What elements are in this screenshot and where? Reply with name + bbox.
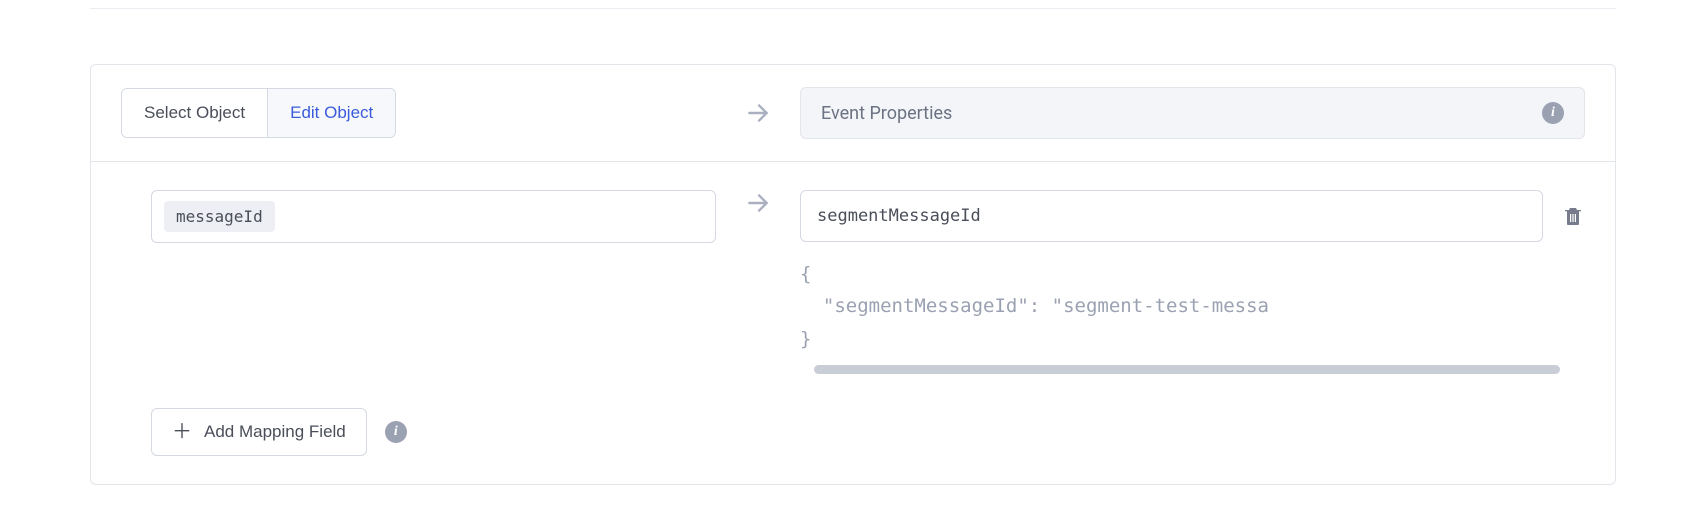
destination-input[interactable]: segmentMessageId <box>800 190 1543 242</box>
source-col: messageId <box>151 190 716 243</box>
add-mapping-field-label: Add Mapping Field <box>204 422 346 442</box>
header-left: Select Object Edit Object <box>121 88 716 138</box>
add-mapping-field-button[interactable]: ＋ Add Mapping Field <box>151 408 367 456</box>
dest-top: segmentMessageId <box>800 190 1585 242</box>
dest-col: segmentMessageId { "segmentMessageId": "… <box>800 190 1585 374</box>
info-icon[interactable]: i <box>385 421 407 443</box>
divider <box>90 8 1616 9</box>
tab-select-object[interactable]: Select Object <box>122 89 267 137</box>
tab-edit-object[interactable]: Edit Object <box>267 89 395 137</box>
source-input[interactable]: messageId <box>151 190 716 243</box>
arrow-col <box>716 190 800 216</box>
info-icon[interactable]: i <box>1542 102 1564 124</box>
panel-body: messageId segmentMessageId <box>91 162 1615 484</box>
object-tabs: Select Object Edit Object <box>121 88 396 138</box>
add-row: ＋ Add Mapping Field i <box>151 408 1585 456</box>
mapping-panel: Select Object Edit Object Event Properti… <box>90 64 1616 485</box>
arrow-right-icon <box>745 190 771 216</box>
event-properties-label: Event Properties <box>821 103 952 124</box>
plus-icon: ＋ <box>172 422 192 442</box>
source-chip[interactable]: messageId <box>164 201 275 232</box>
panel-header: Select Object Edit Object Event Properti… <box>91 65 1615 162</box>
scrollbar[interactable] <box>800 365 1585 374</box>
event-properties-field[interactable]: Event Properties i <box>800 87 1585 139</box>
trash-icon[interactable] <box>1561 204 1585 228</box>
mapping-row: messageId segmentMessageId <box>151 190 1585 374</box>
scrollbar-thumb[interactable] <box>814 365 1560 374</box>
code-preview: { "segmentMessageId": "segment-test-mess… <box>800 258 1585 355</box>
arrow-col <box>716 100 800 126</box>
arrow-right-icon <box>745 100 771 126</box>
